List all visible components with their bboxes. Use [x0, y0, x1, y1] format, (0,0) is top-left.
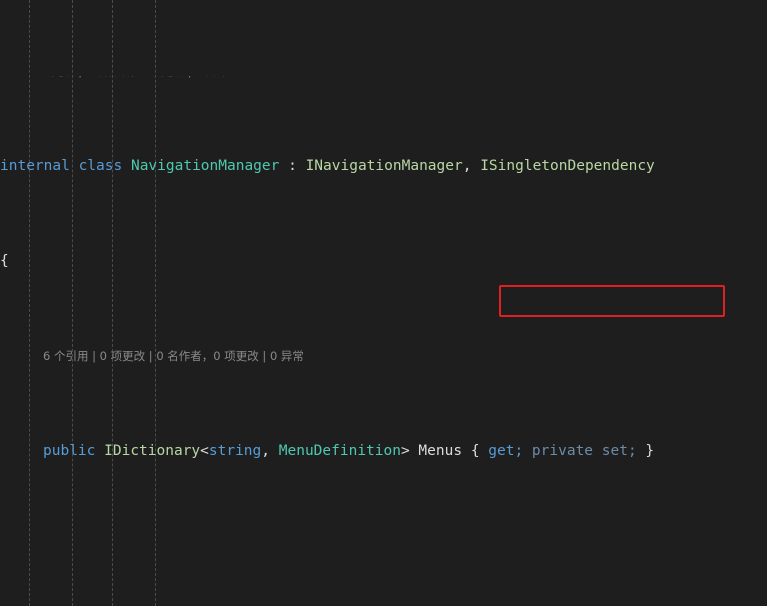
type-navigationmanager: NavigationManager: [130, 158, 280, 174]
type-idictionary: IDictionary: [104, 443, 201, 459]
accessor-open: {: [470, 443, 489, 459]
line-class-declaration: internal class NavigationManager : INavi…: [0, 157, 767, 176]
code-content[interactable]: 0 项更改 | 0 名作者, 0 项更改 | 0 异常 internal cla…: [0, 0, 767, 606]
type-menudefinition: MenuDefinition: [278, 443, 401, 459]
line-blank: [0, 518, 767, 537]
type-string: string: [208, 443, 262, 459]
codelens-menus[interactable]: 6 个引用 | 0 项更改 | 0 名作者，0 项更改 | 0 异常: [0, 347, 767, 366]
keyword-class: class: [78, 158, 123, 174]
keyword-set-dimmed: set;: [593, 443, 637, 459]
keyword-internal: internal: [0, 158, 70, 174]
keyword-public: public: [43, 443, 96, 459]
interface-isingletondependency: ISingletonDependency: [480, 158, 655, 174]
keyword-private-dimmed: private: [523, 443, 594, 459]
identifier-menus: Menus: [409, 443, 471, 459]
brace-open: {: [0, 253, 9, 269]
type-separator: ,: [261, 443, 279, 459]
line-class-open-brace: {: [0, 252, 767, 271]
codelens-label: 0 项更改 | 0 名作者, 0 项更改 | 0 异常: [0, 76, 229, 81]
keyword-get: get;: [488, 443, 524, 459]
code-editor[interactable]: 0 项更改 | 0 名作者, 0 项更改 | 0 异常 internal cla…: [0, 0, 767, 606]
codelens-partial-top[interactable]: 0 项更改 | 0 名作者, 0 项更改 | 0 异常: [0, 76, 767, 81]
colon: :: [279, 158, 306, 174]
interface-inavigationmanager: INavigationManager: [305, 158, 463, 174]
accessor-close: }: [636, 443, 655, 459]
generic-close: >: [400, 443, 410, 459]
generic-open: <: [200, 443, 209, 459]
codelens-menus-label: 6 个引用 | 0 项更改 | 0 名作者，0 项更改 | 0 异常: [43, 349, 304, 363]
comma: ,: [462, 158, 481, 174]
line-menus-property: public IDictionary<string, MenuDefinitio…: [0, 442, 767, 461]
